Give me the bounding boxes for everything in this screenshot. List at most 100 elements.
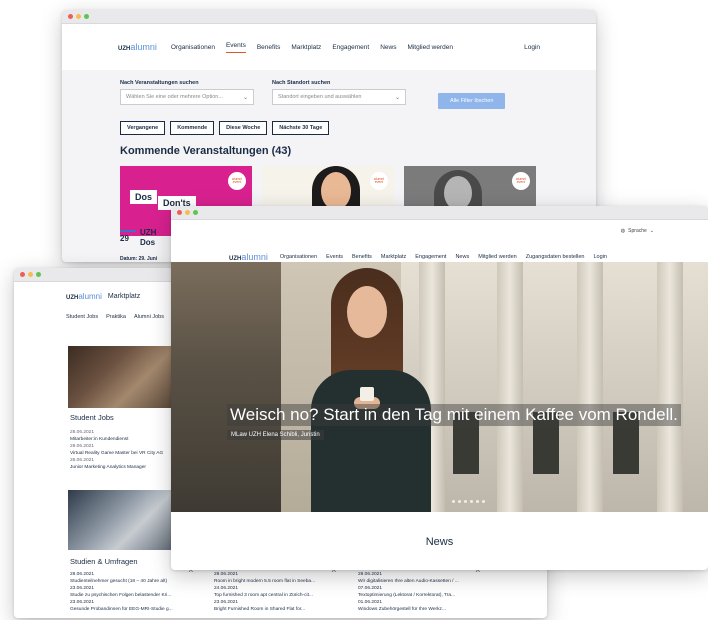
filter-naechste-30-tage[interactable]: Nächste 30 Tage: [272, 121, 330, 135]
speaker-face: [321, 172, 351, 210]
dos-bubble: Dos: [130, 190, 158, 204]
event-type-select[interactable]: Wählen Sie eine oder mehrere Option... ⌄: [120, 89, 254, 105]
maximize-window-icon[interactable]: [193, 210, 198, 215]
uzh-alumni-logo[interactable]: UZH alumni: [118, 42, 157, 52]
filter-diese-woche[interactable]: Diese Woche: [219, 121, 268, 135]
nav-organisationen[interactable]: Organisationen: [171, 44, 215, 51]
site-header: UZH alumni Organisationen Events Benefits…: [62, 24, 596, 70]
minimize-window-icon[interactable]: [28, 272, 33, 277]
list-item[interactable]: Gesunde Probandinnen für EEG-MRI-Studie …: [70, 607, 173, 614]
studien-image[interactable]: [68, 490, 186, 550]
carousel-dot[interactable]: [458, 500, 461, 503]
list-date: 24.06.2021: [214, 585, 239, 591]
date-filters: Vergangene Kommende Diese Woche Nächste …: [62, 109, 596, 135]
list-date: 28.06.2021: [70, 572, 95, 577]
list-item[interactable]: Top furnished 3 room apt central in Züri…: [214, 593, 315, 600]
nav-benefits[interactable]: Benefits: [352, 254, 372, 260]
list-item[interactable]: Textoptimierung (Lektorat / Korrektorat)…: [358, 593, 459, 600]
student-jobs-title[interactable]: Student Jobs: [70, 413, 114, 422]
minimize-window-icon[interactable]: [76, 14, 81, 19]
nav-organisationen[interactable]: Organisationen: [280, 254, 317, 260]
news-heading: News: [425, 536, 454, 548]
building-column: [657, 262, 683, 512]
language-select[interactable]: Sprache: [628, 228, 647, 234]
list-item[interactable]: Bright Furnished Room in Shared Flat for…: [214, 607, 315, 614]
list-item[interactable]: Virtual Reality Game Master bei VR City …: [70, 451, 163, 458]
nav-engagement[interactable]: Engagement: [415, 254, 446, 260]
event-date-line: Datum: 29. Juni: [120, 256, 158, 262]
window-titlebar: [171, 206, 708, 220]
subnav-alumni-jobs[interactable]: Alumni Jobs: [134, 314, 164, 320]
maximize-window-icon[interactable]: [36, 272, 41, 277]
nav-marktplatz[interactable]: Marktplatz: [381, 254, 406, 260]
list-item[interactable]: Mitarbeiter:in Kundendienst: [70, 437, 163, 444]
list-item[interactable]: Studie zu psychischen Folgen belastender…: [70, 593, 173, 600]
location-search-group: Nach Standort suchen Standort eingeben u…: [272, 80, 406, 109]
list-item[interactable]: Wir digitalisieren Ihre alten Audio-Kass…: [358, 579, 459, 586]
list-item[interactable]: Junior Marketing Analytics Manager: [70, 465, 163, 472]
coffee-cup: [360, 387, 374, 401]
clear-filters-button[interactable]: Alle Filter löschen: [438, 93, 506, 109]
carousel-dot[interactable]: [482, 500, 485, 503]
carousel-dot[interactable]: [452, 500, 455, 503]
list-date: 01.06.2021: [358, 599, 383, 605]
maximize-window-icon[interactable]: [84, 14, 89, 19]
building-column: [577, 262, 603, 512]
nav-benefits[interactable]: Benefits: [257, 44, 281, 51]
list-date: 07.06.2021: [358, 585, 383, 591]
angebote-list: 28.06.2021 Wir digitalisieren Ihre alten…: [358, 572, 459, 614]
event-search-group: Nach Veranstaltungen suchen Wählen Sie e…: [120, 80, 254, 109]
events-heading: Kommende Veranstaltungen (43): [120, 145, 292, 157]
studien-title[interactable]: Studien & Umfragen: [70, 557, 138, 566]
wohnen-list: 28.06.2021 Room in bright modern 5.5 roo…: [214, 572, 315, 614]
subnav-praktika[interactable]: Praktika: [106, 314, 126, 320]
hero-banner[interactable]: Weisch no? Start in den Tag mit einem Ka…: [171, 262, 708, 512]
location-input[interactable]: Standort eingeben und auswählen ⌄: [272, 89, 406, 105]
student-jobs-image[interactable]: [68, 346, 186, 408]
nav-news[interactable]: News: [455, 254, 469, 260]
list-date: 28.06.2021: [70, 430, 95, 435]
alumni-event-badge: alumni event: [512, 172, 530, 190]
hero-bg-left: [171, 262, 281, 512]
list-item[interactable]: Studienteilnehmer gesucht (18 – 40 Jahre…: [70, 579, 173, 586]
portrait-face: [444, 176, 472, 210]
carousel-dot[interactable]: [464, 500, 467, 503]
list-date: 28.06.2021: [358, 572, 383, 577]
nav-login[interactable]: Login: [593, 254, 606, 260]
hero-title: Weisch no? Start in den Tag mit einem Ka…: [227, 404, 681, 426]
close-window-icon[interactable]: [177, 210, 182, 215]
studien-list: 28.06.2021 Studienteilnehmer gesucht (18…: [70, 572, 173, 614]
event-type-placeholder: Wählen Sie eine oder mehrere Option...: [126, 94, 223, 100]
chevron-down-icon: ⌄: [649, 228, 654, 234]
list-date: 23.06.2021: [70, 585, 95, 591]
event-title[interactable]: UZH Dos: [140, 228, 156, 249]
uzh-alumni-logo[interactable]: UZH alumni: [229, 252, 268, 262]
event-date-block: 29: [120, 230, 136, 244]
main-nav: Organisationen Events Benefits Marktplat…: [171, 42, 464, 53]
nav-engagement[interactable]: Engagement: [332, 44, 369, 51]
uzh-alumni-logo[interactable]: UZH alumni: [66, 292, 102, 301]
list-date: 23.06.2021: [214, 599, 239, 605]
close-window-icon[interactable]: [68, 14, 73, 19]
nav-news[interactable]: News: [380, 44, 396, 51]
nav-mitglied-werden[interactable]: Mitglied werden: [478, 254, 517, 260]
language-bar: ◍ Sprache ⌄: [171, 220, 708, 242]
minimize-window-icon[interactable]: [185, 210, 190, 215]
list-date: 28.06.2021: [70, 443, 95, 449]
list-item[interactable]: Windows Zubehörgestell für Ihre Werkz...: [358, 607, 459, 614]
filter-kommende[interactable]: Kommende: [170, 121, 215, 135]
close-window-icon[interactable]: [20, 272, 25, 277]
home-window: ◍ Sprache ⌄ UZH alumni Organisationen Eve…: [171, 206, 708, 570]
subnav-student-jobs[interactable]: Student Jobs: [66, 314, 98, 320]
nav-zugangsdaten[interactable]: Zugangsdaten bestellen: [526, 254, 585, 260]
carousel-dot[interactable]: [476, 500, 479, 503]
nav-marktplatz[interactable]: Marktplatz: [291, 44, 321, 51]
login-link[interactable]: Login: [524, 44, 540, 51]
filter-vergangene[interactable]: Vergangene: [120, 121, 166, 135]
nav-events[interactable]: Events: [326, 254, 343, 260]
location-search-label: Nach Standort suchen: [272, 80, 331, 86]
nav-events[interactable]: Events: [225, 42, 246, 53]
carousel-dot[interactable]: [470, 500, 473, 503]
nav-mitglied-werden[interactable]: Mitglied werden: [407, 44, 453, 51]
list-item[interactable]: Room in bright modern 5.5 room flat in S…: [214, 579, 315, 586]
